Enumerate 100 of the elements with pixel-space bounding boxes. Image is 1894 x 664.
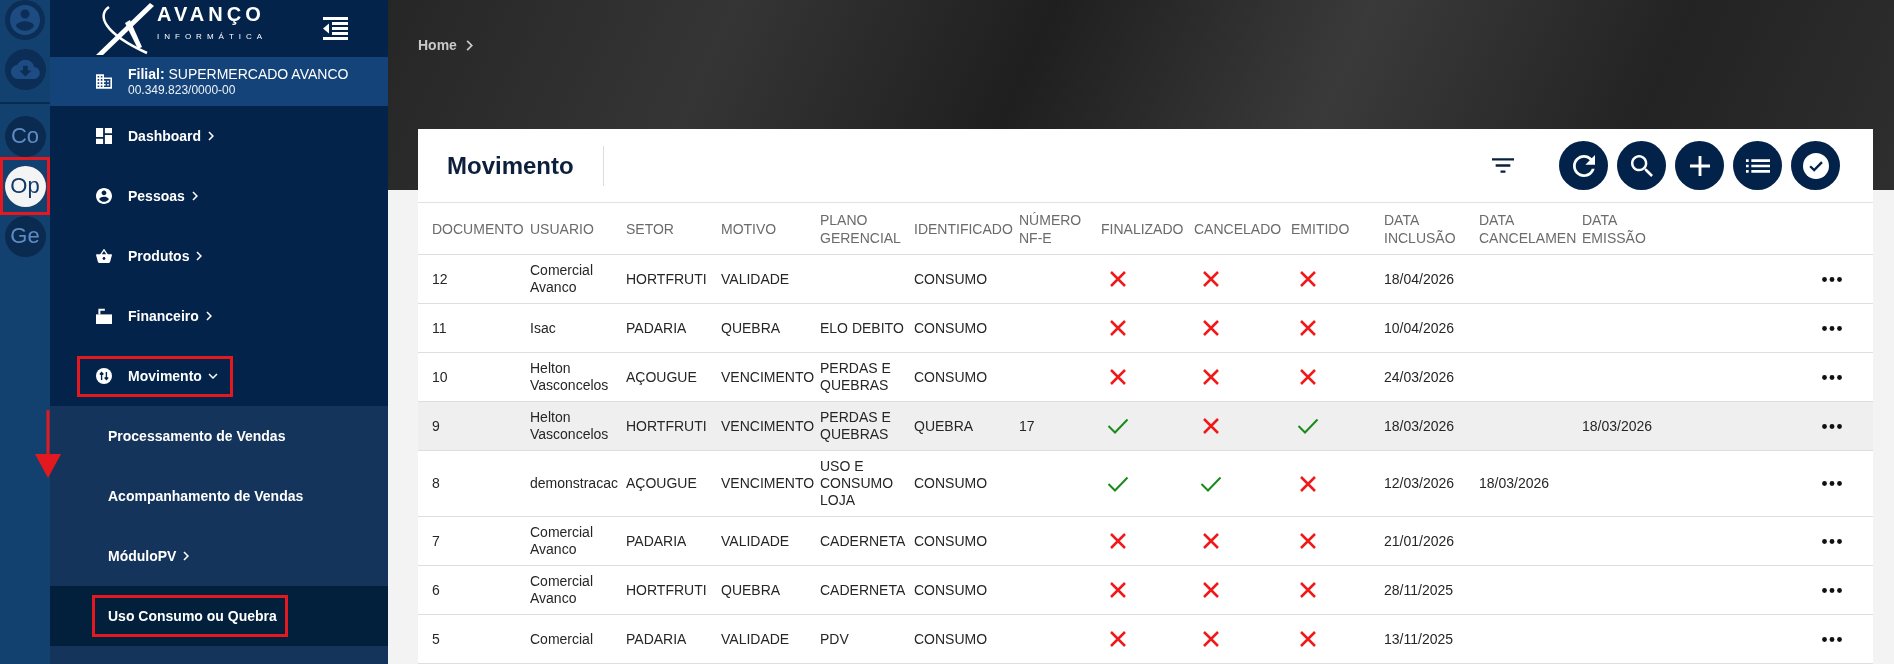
table-cell-text: VALIDADE — [720, 269, 791, 289]
table-row[interactable]: 5 Comercial PADARIA VALIDADE PDV CONSUMO 13/11/2025 — [418, 615, 1873, 664]
table-cell-text: QUEBRA — [913, 416, 975, 436]
breadcrumb-link[interactable]: Home — [418, 36, 457, 54]
column-header: NÚMERO NF-E — [1018, 210, 1083, 247]
table-cell-text: HORTFRUTI — [625, 580, 708, 600]
basket-icon — [96, 248, 112, 264]
table-cell-text: VALIDADE — [720, 531, 791, 551]
table-cell-text: 10 — [431, 367, 449, 387]
more-icon[interactable] — [1822, 423, 1842, 429]
table-cell-text: PERDAS E QUEBRAS — [819, 408, 892, 444]
table-cell-text: 21/01/2026 — [1383, 531, 1456, 551]
column-header: DATA CANCELAMEN — [1478, 210, 1578, 247]
table-cell-text: PADARIA — [625, 318, 688, 338]
column-header: USUARIO — [529, 219, 595, 238]
submenu-item[interactable]: MóduloPV — [92, 535, 201, 577]
list-button[interactable] — [1733, 141, 1782, 190]
table-cell-text: USO E CONSUMO LOJA — [819, 457, 895, 510]
menu-item[interactable]: Dashboard — [77, 115, 230, 157]
table-cell-text: Comercial — [529, 629, 594, 649]
table-row[interactable]: 11 Isac PADARIA QUEBRA ELO DEBITO CONSUMO 10/04/2026 — [418, 304, 1873, 353]
table-cell-text: PDV — [819, 629, 850, 649]
table-cell-text: 9 — [431, 416, 441, 436]
column-header: DOCUMENTO — [431, 219, 525, 238]
table-cell-text: CONSUMO — [913, 367, 989, 387]
submenu-item[interactable]: Processamento de Vendas — [92, 415, 297, 457]
menu-item[interactable]: Produtos — [77, 235, 218, 277]
swap-icon — [96, 368, 112, 384]
rail-button[interactable]: Op — [4, 165, 46, 207]
column-header: SETOR — [625, 219, 675, 238]
table-cell-text: PERDAS E QUEBRAS — [819, 359, 892, 395]
table-cell-text: HORTFRUTI — [625, 269, 708, 289]
more-icon[interactable] — [1822, 374, 1842, 380]
table-row[interactable]: 8 demonstracac AÇOUGUE VENCIMENTO USO E CONSUMO LOJA CONSUMO 12/03/2026 18/03/2026 — [418, 451, 1873, 517]
search-icon — [1630, 154, 1653, 177]
table-cell-text: QUEBRA — [720, 318, 782, 338]
table-cell-text: PADARIA — [625, 531, 688, 551]
table-cell-text: Comercial Avanco — [529, 572, 594, 608]
plus-icon — [1689, 155, 1710, 176]
more-icon[interactable] — [1822, 587, 1842, 593]
table-row[interactable]: 7 Comercial Avanco PADARIA VALIDADE CADERNETA CONSUMO 21/01/2026 — [418, 517, 1873, 566]
chevron-right-icon — [183, 551, 190, 561]
submenu-item[interactable]: Uso Consumo ou Quebra — [92, 595, 288, 637]
column-header: IDENTIFICADO — [913, 219, 1014, 238]
confirm-button[interactable] — [1791, 141, 1840, 190]
column-header: FINALIZADO — [1100, 219, 1185, 238]
table-cell-text: QUEBRA — [720, 580, 782, 600]
submenu-item[interactable]: Acompanhamento de Vendas — [92, 475, 315, 517]
column-header: MOTIVO — [720, 219, 778, 238]
table-cell-text: 11 — [431, 318, 448, 338]
more-icon[interactable] — [1822, 636, 1842, 642]
table-cell-text: 24/03/2026 — [1383, 367, 1456, 387]
rail-button[interactable]: Ge — [4, 215, 46, 257]
table-cell-text: 28/11/2025 — [1383, 580, 1455, 600]
check-circle-icon — [1802, 152, 1829, 179]
table-cell-text: AÇOUGUE — [625, 474, 698, 493]
table-cell-text: 13/11/2025 — [1383, 629, 1455, 649]
table-row[interactable]: 6 Comercial Avanco HORTFRUTI QUEBRA CADERNETA CONSUMO 28/11/2025 — [418, 566, 1873, 615]
menu-item[interactable]: Movimento — [77, 355, 233, 397]
column-header: CANCELADO — [1193, 219, 1283, 238]
column-header: DATA EMISSÃO — [1581, 210, 1647, 247]
logo-icon — [95, 2, 155, 55]
table-cell-text: demonstracac — [529, 474, 619, 493]
table-row[interactable]: 12 Comercial Avanco HORTFRUTI VALIDADE CONSUMO 18/04/2026 — [418, 255, 1873, 304]
user-icon — [96, 188, 112, 204]
rail-button[interactable]: Co — [4, 115, 46, 157]
add-button[interactable] — [1675, 141, 1724, 190]
table-cell-text: 7 — [431, 531, 441, 551]
filter-icon[interactable] — [1492, 158, 1514, 173]
list-icon — [1745, 158, 1770, 173]
table-cell-text: CONSUMO — [913, 474, 989, 493]
menu-collapse-icon[interactable] — [323, 17, 348, 40]
branch-name: Filial: SUPERMERCADO AVANCO — [128, 66, 349, 83]
down-arrow-icon — [35, 410, 61, 478]
search-button[interactable] — [1617, 141, 1666, 190]
table-cell-text: Helton Vasconcelos — [529, 408, 610, 444]
logo-name: AVANÇO — [157, 3, 265, 25]
briefcase-icon — [96, 308, 112, 324]
table-cell-text: CONSUMO — [913, 531, 989, 551]
menu-item[interactable]: Financeiro — [77, 295, 227, 337]
refresh-button[interactable] — [1559, 141, 1608, 190]
table-cell-text: Helton Vasconcelos — [529, 359, 610, 395]
page-title: Movimento — [447, 151, 574, 180]
table-cell-text: AÇOUGUE — [625, 367, 698, 387]
table-cell-text: Comercial Avanco — [529, 261, 594, 297]
table-cell-text: 10/04/2026 — [1383, 318, 1456, 338]
more-icon[interactable] — [1822, 538, 1842, 544]
table-cell-text: CONSUMO — [913, 269, 989, 289]
more-icon[interactable] — [1822, 481, 1842, 486]
table-cell-text: ELO DEBITO — [819, 318, 905, 338]
more-icon[interactable] — [1822, 325, 1842, 331]
table-cell-text: Comercial Avanco — [529, 523, 594, 559]
building-icon — [96, 74, 112, 89]
column-header: DATA INCLUSÃO — [1383, 210, 1457, 247]
table-cell-text: 18/04/2026 — [1383, 269, 1456, 289]
refresh-icon — [1572, 154, 1595, 177]
menu-item[interactable]: Pessoas — [77, 175, 213, 217]
table-cell-text: 6 — [431, 580, 441, 600]
table-cell-text: 18/03/2026 — [1581, 416, 1654, 436]
more-icon[interactable] — [1822, 276, 1842, 282]
